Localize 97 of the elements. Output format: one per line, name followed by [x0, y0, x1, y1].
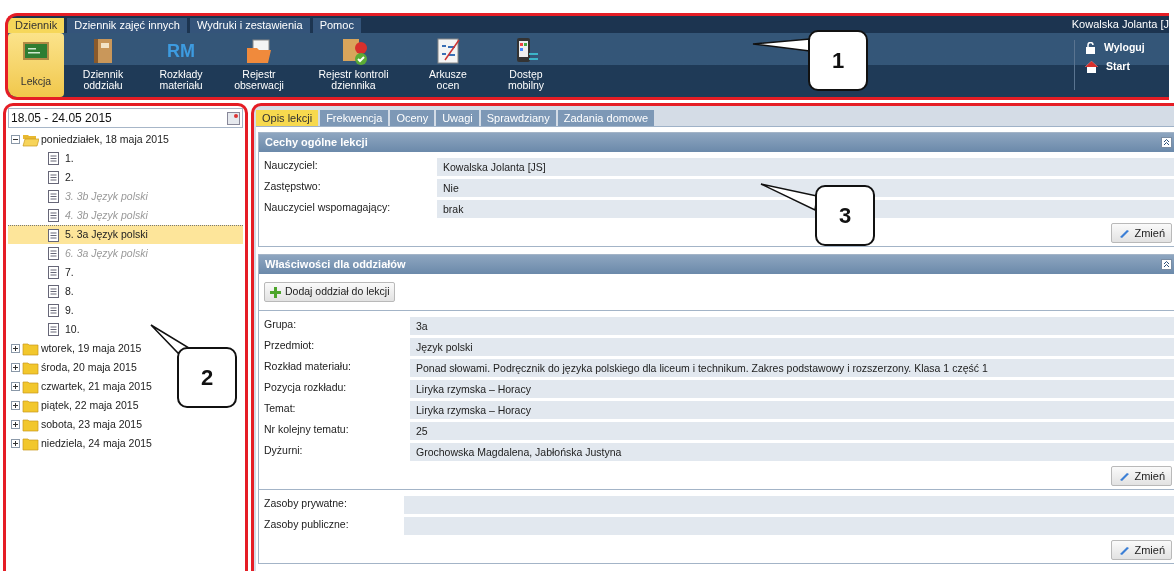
ribbon-button[interactable]: Rejestr obserwacji: [220, 33, 298, 97]
user-name: Kowalska Jolanta [J: [1071, 17, 1169, 33]
tree-lesson[interactable]: 5. 3a Język polski: [8, 225, 243, 244]
field-value: Liryka rzymska – Horacy: [410, 380, 1174, 398]
expand-icon[interactable]: [11, 439, 20, 448]
field-label: Zastępstwo:: [264, 179, 322, 194]
callout-pointer: [760, 183, 817, 211]
ribbon-button[interactable]: Dziennik oddziału: [64, 33, 142, 97]
section-title: Właściwości dla oddziałów: [265, 257, 406, 273]
change-button[interactable]: Zmień: [1111, 540, 1172, 560]
tree-day[interactable]: sobota, 23 maja 2015: [41, 416, 142, 433]
pencil-icon: [1118, 470, 1131, 482]
home-icon: [1085, 60, 1098, 73]
folder-icon: [22, 417, 39, 432]
field-value: Ponad słowami. Podręcznik do języka polskiego dla liceum i technikum. Zakres podstawowy i rozszerzony. Klasa 1 część 1: [410, 359, 1174, 377]
field-label: Dyżurni:: [264, 443, 304, 458]
expand-icon[interactable]: [11, 382, 20, 391]
document-icon: [48, 228, 59, 242]
menu-tab[interactable]: Wydruki i zestawienia: [189, 18, 310, 33]
document-icon: [48, 171, 59, 184]
field-label: Przedmiot:: [264, 338, 316, 353]
change-button[interactable]: Zmień: [1111, 466, 1172, 486]
folder-icon: [22, 398, 39, 413]
document-icon: [48, 190, 59, 203]
rm-logo-icon: RM: [167, 36, 195, 66]
document-icon: [48, 247, 59, 260]
expand-icon[interactable]: [11, 420, 20, 429]
logout-button[interactable]: Wyloguj: [1085, 40, 1159, 56]
field-value: Grochowska Magdalena, Jabłońska Justyna: [410, 443, 1174, 461]
tree-day[interactable]: piątek, 22 maja 2015: [41, 397, 139, 414]
tree-lesson[interactable]: 7.: [8, 263, 243, 282]
collapse-icon[interactable]: [11, 135, 20, 144]
start-button[interactable]: Start: [1085, 58, 1159, 75]
tree-day[interactable]: wtorek, 19 maja 2015: [41, 340, 142, 357]
calendar-icon[interactable]: [227, 111, 240, 125]
field-label: Temat:: [264, 401, 297, 416]
date-range-field[interactable]: 18.05 - 24.05 2015: [8, 108, 243, 128]
callout-number: 1: [808, 30, 868, 91]
ribbon-button[interactable]: RM Rozkłady materiału: [142, 33, 220, 97]
document-icon: [48, 266, 59, 279]
field-label: Grupa:: [264, 317, 298, 332]
padlock-icon: [1085, 41, 1096, 54]
ribbon-button[interactable]: Dostęp mobilny: [487, 33, 565, 97]
field-label: Rozkład materiału:: [264, 359, 352, 374]
pencil-icon: [1118, 227, 1131, 239]
folder-icon: [244, 36, 274, 66]
expand-icon[interactable]: [11, 363, 20, 372]
document-icon: [48, 285, 59, 298]
tree-lesson[interactable]: 8.: [8, 282, 243, 301]
field-value: 25: [410, 422, 1174, 440]
callout-number: 3: [815, 185, 875, 246]
folder-icon: [22, 379, 39, 394]
field-value: Nie: [437, 179, 1174, 197]
change-button[interactable]: Zmień: [1111, 223, 1172, 243]
folder-icon: [22, 341, 39, 356]
field-value: Kowalska Jolanta [JS]: [437, 158, 1174, 176]
tree-lesson[interactable]: 1.: [8, 149, 243, 168]
section-title: Cechy ogólne lekcji: [265, 135, 368, 151]
expand-icon[interactable]: [11, 344, 20, 353]
field-value: Język polski: [410, 338, 1174, 356]
callout-pointer: [752, 38, 810, 52]
plus-icon: [270, 286, 281, 298]
tree-day[interactable]: środa, 20 maja 2015: [41, 359, 137, 376]
document-icon: [48, 323, 59, 336]
field-label: Zasoby publiczne:: [264, 517, 350, 532]
menu-tab[interactable]: Dziennik: [8, 18, 65, 33]
field-value: Liryka rzymska – Horacy: [410, 401, 1174, 419]
document-icon: [48, 209, 59, 222]
add-button[interactable]: Dodaj oddział do lekcji: [264, 282, 396, 302]
menu-tab[interactable]: Dziennik zajęć innych: [67, 18, 187, 33]
content-tab[interactable]: Opis lekcji: [256, 110, 319, 126]
tree-lesson[interactable]: 2.: [8, 168, 243, 187]
ribbon-button[interactable]: Rejestr kontroli dziennika: [298, 33, 409, 97]
field-value: 3a: [410, 317, 1174, 335]
expand-icon[interactable]: [11, 401, 20, 410]
collapse-icon[interactable]: [1161, 137, 1172, 148]
folder-icon: [22, 360, 39, 375]
ribbon-button[interactable]: Arkusze ocen: [409, 33, 487, 97]
document-icon: [48, 304, 59, 317]
field-label: Pozycja rozkładu:: [264, 380, 348, 395]
folder-icon: [22, 436, 39, 451]
menu-tab[interactable]: Pomoc: [312, 18, 361, 33]
tree-lesson[interactable]: 9.: [8, 301, 243, 320]
open-folder-icon: [22, 132, 39, 147]
tree-day[interactable]: poniedziałek, 18 maja 2015: [41, 131, 169, 148]
field-label: Zasoby prywatne:: [264, 496, 348, 511]
tree-day[interactable]: niedziela, 24 maja 2015: [41, 435, 152, 452]
tree-day[interactable]: czwartek, 21 maja 2015: [41, 378, 152, 395]
field-label: Nauczyciel wspomagający:: [264, 200, 392, 215]
callout-number: 2: [177, 347, 237, 408]
collapse-icon[interactable]: [1161, 259, 1172, 270]
ribbon-button[interactable]: Lekcja: [8, 33, 64, 97]
field-label: Nr kolejny tematu:: [264, 422, 350, 437]
document-icon: [48, 152, 59, 165]
tree-lesson[interactable]: 10.: [8, 320, 243, 339]
field-label: Nauczyciel:: [264, 158, 319, 173]
pencil-icon: [1118, 544, 1131, 556]
